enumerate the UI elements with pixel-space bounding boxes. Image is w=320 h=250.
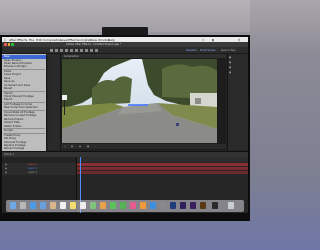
camera-tool-icon[interactable] [70, 48, 73, 52]
menu-file[interactable]: File [29, 38, 34, 42]
photoshop-icon[interactable] [170, 202, 176, 209]
wifi-icon[interactable]: ≈ [202, 38, 205, 42]
apple-menu-icon[interactable]:  [4, 38, 6, 42]
selection-tool-icon[interactable] [50, 48, 53, 52]
monitor:  After Effects File Edit Composition La… [0, 35, 250, 221]
terminal-icon[interactable] [212, 202, 218, 209]
launchpad-icon[interactable] [20, 202, 26, 209]
system-preferences-icon[interactable] [160, 202, 166, 209]
maximize-window-icon[interactable] [11, 43, 14, 46]
menu-app[interactable]: After Effects [9, 38, 27, 42]
type-tool-icon[interactable] [90, 48, 93, 52]
time-ruler[interactable] [77, 157, 248, 162]
safari-icon[interactable] [30, 202, 36, 209]
menu-view[interactable]: View [90, 38, 97, 42]
hand-tool-icon[interactable] [55, 48, 58, 52]
after-effects-icon[interactable] [180, 202, 186, 209]
layer-duration-bar[interactable] [77, 167, 248, 171]
screen:  After Effects File Edit Composition La… [2, 37, 248, 219]
layer-name[interactable]: Layer 3 [28, 171, 37, 175]
panel-preview-icon[interactable]: ■ [229, 66, 231, 69]
menu-effect[interactable]: Effect [68, 38, 77, 42]
app-store-icon[interactable] [150, 202, 156, 209]
search-help-field[interactable]: Search Help [221, 49, 235, 52]
tools-toolbar: Standard Small Screen Search Help [2, 47, 248, 54]
viewer-tab-bar: Composition [61, 54, 226, 58]
panel-effects-icon[interactable]: ■ [229, 71, 231, 74]
menu-edit[interactable]: Edit [36, 38, 42, 42]
rotate-tool-icon[interactable] [65, 48, 68, 52]
pen-tool-icon[interactable] [85, 48, 88, 52]
illustrator-icon[interactable] [200, 202, 206, 209]
pan-behind-tool-icon[interactable] [75, 48, 78, 52]
mail-icon[interactable] [40, 202, 46, 209]
road-footage-image [62, 59, 217, 143]
menu-help[interactable]: Help [108, 38, 115, 42]
messages-icon[interactable] [110, 202, 116, 209]
premiere-icon[interactable] [190, 202, 196, 209]
itunes-icon[interactable] [130, 202, 136, 209]
monitor-bezel [0, 213, 250, 221]
brush-tool-icon[interactable] [95, 48, 98, 52]
minimize-window-icon[interactable] [7, 43, 10, 46]
viewer-zoom-menu[interactable]: ▢ [64, 145, 66, 148]
viewer-color-icon[interactable]: ● [87, 145, 89, 148]
workspace-small-screen[interactable]: Small Screen [200, 49, 216, 52]
trash-icon[interactable] [228, 202, 234, 209]
contacts-icon[interactable] [50, 202, 56, 209]
calendar-icon[interactable] [60, 202, 66, 209]
tab-comp-1[interactable]: Comp 1 [4, 153, 14, 156]
zoom-tool-icon[interactable] [60, 48, 63, 52]
close-window-icon[interactable] [4, 43, 7, 46]
battery-icon[interactable]: ▮ [212, 38, 214, 42]
menu-composition[interactable]: Composition [43, 38, 62, 42]
right-panels: ■ ■ ■ ■ [227, 54, 248, 150]
viewer-footer-bar: ▢ ▦ ◉ ● [61, 144, 226, 149]
facetime-icon[interactable] [120, 202, 126, 209]
video-frame [62, 59, 217, 143]
mask-tool-icon[interactable] [80, 48, 83, 52]
dock [6, 200, 244, 212]
window-title: Adobe After Effects - Untitled Project.a… [66, 42, 122, 46]
layer-row[interactable]: ◉ Layer 3 [2, 171, 76, 175]
tab-composition[interactable]: Composition [64, 55, 79, 58]
layer-duration-bar[interactable] [77, 163, 248, 167]
reminders-icon[interactable] [80, 202, 86, 209]
layer-duration-bar[interactable] [77, 171, 248, 175]
workspace-standard[interactable]: Standard [186, 49, 197, 52]
spotlight-icon[interactable]: ⚲ [238, 38, 240, 42]
notes-icon[interactable] [70, 202, 76, 209]
maps-icon[interactable] [90, 202, 96, 209]
visibility-icon[interactable]: ◉ [5, 171, 7, 175]
panel-info-icon[interactable]: ■ [229, 56, 231, 59]
viewer-camera-icon[interactable]: ◉ [79, 145, 81, 148]
ibooks-icon[interactable] [140, 202, 146, 209]
panel-audio-icon[interactable]: ■ [229, 61, 231, 64]
finder-icon[interactable] [10, 202, 16, 209]
photos-icon[interactable] [100, 202, 106, 209]
viewer-grid-icon[interactable]: ▦ [71, 145, 73, 148]
